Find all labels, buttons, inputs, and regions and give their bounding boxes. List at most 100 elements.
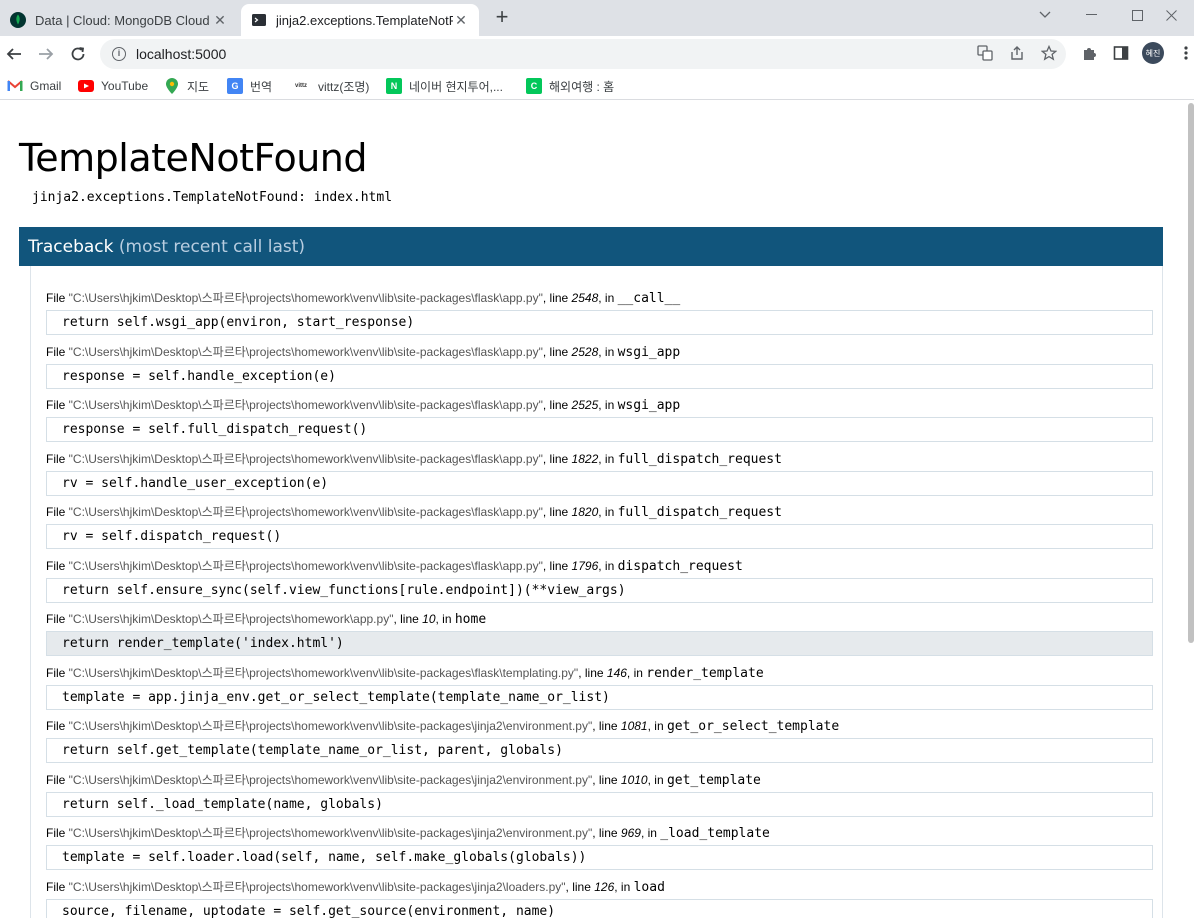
frame-line-prefix: , line (542, 291, 572, 305)
close-window-icon[interactable] (1148, 0, 1194, 30)
frame-code[interactable]: return self.ensure_sync(self.view_functi… (46, 577, 1153, 603)
bookmark-youtube[interactable]: YouTube (78, 77, 148, 95)
traceback-frame[interactable]: File "C:\Users\hjkim\Desktop\스파르타\projec… (46, 397, 1153, 442)
frame-in-prefix: , in (614, 879, 634, 894)
traceback-label: Traceback (28, 237, 114, 257)
frame-file-prefix: File (46, 505, 69, 519)
bookmark-label: Gmail (30, 79, 62, 93)
frame-in-prefix: , in (598, 505, 618, 519)
traceback-frame[interactable]: File "C:\Users\hjkim\Desktop\스파르타\projec… (46, 718, 1153, 763)
frame-in-prefix: , in (640, 826, 661, 840)
frame-line-prefix: , line (542, 505, 572, 519)
frame-code-current[interactable]: return render_template('index.html') (46, 631, 1153, 656)
traceback-frame[interactable]: File "C:\Users\hjkim\Desktop\스파르타\projec… (46, 665, 1153, 710)
frame-line-prefix: , line (542, 398, 572, 412)
tab-close-icon[interactable]: ✕ (453, 12, 469, 29)
page-title: TemplateNotFound (19, 136, 368, 180)
bookmark-naver-tour[interactable]: N 네이버 현지투어,... (386, 77, 503, 95)
frame-location: File "C:\Users\hjkim\Desktop\스파르타\projec… (46, 665, 1153, 682)
traceback-frame[interactable]: File "C:\Users\hjkim\Desktop\스파르타\projec… (46, 825, 1153, 870)
frame-line-prefix: , line (393, 612, 423, 626)
bookmark-translate[interactable]: G 번역 (227, 77, 272, 95)
frame-file-prefix: File (46, 344, 69, 359)
youtube-icon (78, 78, 94, 94)
frame-in-prefix: , in (598, 558, 618, 573)
scrollbar[interactable] (1188, 103, 1194, 643)
frame-file-prefix: File (46, 558, 69, 573)
maps-pin-icon (164, 78, 180, 94)
frame-code[interactable]: return self.wsgi_app(environ, start_resp… (46, 310, 1153, 335)
tab-mongodb-cloud[interactable]: Data | Cloud: MongoDB Cloud ✕ (0, 4, 238, 36)
side-panel-icon[interactable] (1111, 43, 1131, 63)
bookmarks-bar: Gmail YouTube 지도 G 번역 vittz vittz(조명) N … (0, 72, 1194, 100)
frame-function: get_template (666, 772, 761, 788)
share-icon[interactable] (1007, 43, 1027, 63)
forward-arrow-icon[interactable] (32, 40, 60, 68)
traceback-frame[interactable]: File "C:\Users\hjkim\Desktop\스파르타\projec… (46, 290, 1153, 335)
frame-location: File "C:\Users\hjkim\Desktop\스파르타\projec… (46, 290, 1153, 307)
frame-filename: "C:\Users\hjkim\Desktop\스파르타\projects\ho… (68, 879, 566, 894)
frame-in-prefix: , in (598, 344, 618, 359)
minimize-icon[interactable] (1068, 0, 1114, 30)
frame-line-number: 146 (606, 665, 627, 680)
tab-close-icon[interactable]: ✕ (212, 12, 228, 29)
bookmark-gmail[interactable]: Gmail (7, 77, 61, 95)
bookmark-overseas-travel[interactable]: C 해외여행 : 홈 (526, 77, 614, 95)
frame-code[interactable]: source, filename, uptodate = self.get_so… (46, 898, 1153, 918)
new-tab-button[interactable]: + (490, 6, 514, 30)
bookmark-star-icon[interactable] (1039, 43, 1059, 63)
frame-code[interactable]: template = self.loader.load(self, name, … (46, 845, 1153, 870)
frame-in-prefix: , in (598, 291, 618, 305)
traceback-frame[interactable]: File "C:\Users\hjkim\Desktop\스파르타\projec… (46, 558, 1153, 603)
profile-avatar[interactable]: 혜진 (1142, 42, 1164, 64)
reload-icon[interactable] (64, 40, 92, 68)
tab-template-not-found[interactable]: jinja2.exceptions.TemplateNotFo ✕ (241, 4, 479, 36)
bookmark-maps[interactable]: 지도 (164, 77, 209, 95)
tab-search-chevron-icon[interactable] (1022, 0, 1068, 30)
translate-icon[interactable] (975, 43, 995, 63)
frame-line-prefix: , line (592, 826, 621, 840)
traceback-frame[interactable]: File "C:\Users\hjkim\Desktop\스파르타\projec… (46, 504, 1153, 549)
frame-line-prefix: , line (592, 772, 621, 787)
back-arrow-icon[interactable] (0, 40, 28, 68)
address-bar[interactable]: i localhost:5000 (100, 39, 1066, 69)
frame-location: File "C:\Users\hjkim\Desktop\스파르타\projec… (46, 558, 1153, 575)
frame-code[interactable]: template = app.jinja_env.get_or_select_t… (46, 684, 1153, 710)
more-menu-icon[interactable] (1176, 43, 1194, 63)
frame-line-number: 2525 (571, 398, 599, 412)
frame-function: wsgi_app (617, 344, 681, 360)
gmail-icon (7, 78, 23, 94)
frame-code[interactable]: return self.get_template(template_name_o… (46, 738, 1153, 763)
frame-function: _load_template (660, 826, 770, 841)
frame-location: File "C:\Users\hjkim\Desktop\스파르타\projec… (46, 718, 1153, 735)
frame-code[interactable]: rv = self.dispatch_request() (46, 524, 1153, 549)
site-info-icon[interactable]: i (112, 47, 126, 61)
frame-line-number: 2528 (571, 344, 599, 359)
traceback-frame[interactable]: File "C:\Users\hjkim\Desktop\스파르타\projec… (46, 879, 1153, 918)
frame-file-prefix: File (46, 826, 69, 840)
frame-line-number: 126 (594, 879, 615, 894)
frame-file-prefix: File (46, 772, 69, 787)
frame-code[interactable]: response = self.full_dispatch_request() (46, 417, 1153, 442)
traceback-header[interactable]: Traceback (most recent call last) (19, 227, 1163, 266)
traceback-frame[interactable]: File "C:\Users\hjkim\Desktop\스파르타\projec… (46, 451, 1153, 496)
bookmark-label: YouTube (101, 79, 149, 93)
frame-code[interactable]: return self._load_template(name, globals… (46, 791, 1153, 817)
traceback-frame[interactable]: File "C:\Users\hjkim\Desktop\스파르타\projec… (46, 611, 1153, 656)
traceback-frame[interactable]: File "C:\Users\hjkim\Desktop\스파르타\projec… (46, 344, 1153, 389)
frame-code[interactable]: rv = self.handle_user_exception(e) (46, 470, 1153, 496)
frame-line-prefix: , line (542, 558, 572, 573)
frame-in-prefix: , in (598, 451, 618, 466)
naver-bookmark-icon: N (386, 78, 402, 94)
frame-line-prefix: , line (542, 344, 572, 359)
traceback-frame[interactable]: File "C:\Users\hjkim\Desktop\스파르타\projec… (46, 772, 1153, 817)
bookmark-vittz[interactable]: vittz vittz(조명) (291, 77, 369, 95)
frame-location: File "C:\Users\hjkim\Desktop\스파르타\projec… (46, 344, 1153, 361)
frame-location: File "C:\Users\hjkim\Desktop\스파르타\projec… (46, 825, 1153, 842)
frame-location: File "C:\Users\hjkim\Desktop\스파르타\projec… (46, 451, 1153, 468)
frame-location: File "C:\Users\hjkim\Desktop\스파르타\projec… (46, 397, 1153, 414)
frame-function: full_dispatch_request (617, 505, 782, 520)
extensions-puzzle-icon[interactable] (1080, 43, 1100, 63)
frame-code[interactable]: response = self.handle_exception(e) (46, 363, 1153, 389)
vittz-logo-icon: vittz (295, 83, 307, 89)
